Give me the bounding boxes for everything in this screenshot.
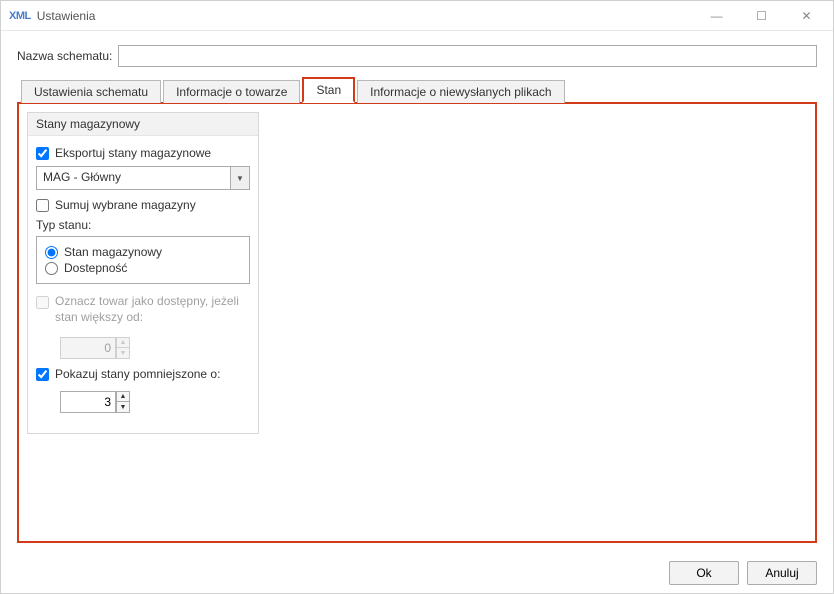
titlebar-left: XML Ustawienia [9, 9, 95, 23]
window-controls: — ☐ ✕ [694, 2, 829, 30]
sum-warehouses-label: Sumuj wybrane magazyny [55, 198, 196, 212]
type-radio-group: Stan magazynowy Dostepność [36, 236, 250, 284]
reduce-by-spinner: ▲ ▼ [60, 391, 130, 413]
sum-warehouses-checkbox[interactable] [36, 199, 49, 212]
minimize-button[interactable]: — [694, 2, 739, 30]
maximize-button[interactable]: ☐ [739, 2, 784, 30]
type-label: Typ stanu: [36, 218, 250, 232]
availability-spin-up: ▲ [116, 337, 130, 348]
tab-product-info[interactable]: Informacje o towarze [163, 80, 300, 103]
reduce-by-input[interactable] [60, 391, 116, 413]
reduce-spin-up[interactable]: ▲ [116, 391, 130, 402]
radio-stock[interactable] [45, 246, 58, 259]
close-button[interactable]: ✕ [784, 2, 829, 30]
group-title: Stany magazynowy [28, 113, 258, 136]
settings-window: XML Ustawienia — ☐ ✕ Nazwa schematu: Ust… [0, 0, 834, 594]
schema-row: Nazwa schematu: [17, 45, 817, 67]
reduce-spin-down[interactable]: ▼ [116, 402, 130, 413]
tab-unsent-files[interactable]: Informacje o niewysłanych plikach [357, 80, 564, 103]
warehouse-combo[interactable]: MAG - Główny ▼ [36, 166, 250, 190]
radio-availability-row: Dostepność [45, 261, 241, 275]
radio-stock-row: Stan magazynowy [45, 245, 241, 259]
availability-spinner-buttons: ▲ ▼ [116, 337, 130, 359]
warehouse-combo-value: MAG - Główny [36, 166, 230, 190]
tab-body: Stany magazynowy Eksportuj stany magazyn… [17, 102, 817, 543]
footer: Ok Anuluj [1, 553, 833, 593]
export-stock-label: Eksportuj stany magazynowe [55, 146, 211, 160]
reduce-spinner-buttons: ▲ ▼ [116, 391, 130, 413]
group-body: Eksportuj stany magazynowe MAG - Główny … [28, 136, 258, 433]
availability-threshold-spinner: ▲ ▼ [60, 337, 130, 359]
cancel-button[interactable]: Anuluj [747, 561, 817, 585]
availability-threshold-input [60, 337, 116, 359]
reduce-by-checkbox[interactable] [36, 368, 49, 381]
export-row: Eksportuj stany magazynowe [36, 146, 250, 160]
availability-threshold-row: Oznacz towar jako dostępny, jeżeli stan … [36, 294, 250, 325]
export-stock-checkbox[interactable] [36, 147, 49, 160]
radio-availability-label: Dostepność [64, 261, 127, 275]
radio-availability[interactable] [45, 262, 58, 275]
tab-stock[interactable]: Stan [302, 77, 355, 103]
schema-label: Nazwa schematu: [17, 49, 112, 63]
availability-threshold-label: Oznacz towar jako dostępny, jeżeli stan … [55, 294, 250, 325]
radio-stock-label: Stan magazynowy [64, 245, 162, 259]
availability-spin-down: ▼ [116, 348, 130, 359]
reduce-row: Pokazuj stany pomniejszone o: [36, 367, 250, 381]
ok-button[interactable]: Ok [669, 561, 739, 585]
tab-schema-settings[interactable]: Ustawienia schematu [21, 80, 161, 103]
sum-row: Sumuj wybrane magazyny [36, 198, 250, 212]
titlebar: XML Ustawienia — ☐ ✕ [1, 1, 833, 31]
app-icon: XML [9, 10, 31, 22]
stock-groupbox: Stany magazynowy Eksportuj stany magazyn… [27, 112, 259, 434]
schema-name-input[interactable] [118, 45, 817, 67]
reduce-by-label: Pokazuj stany pomniejszone o: [55, 367, 220, 381]
chevron-down-icon: ▼ [236, 174, 244, 183]
window-title: Ustawienia [37, 9, 96, 23]
availability-threshold-checkbox [36, 296, 49, 309]
tabs-row: Ustawienia schematu Informacje o towarze… [17, 77, 817, 103]
warehouse-combo-button[interactable]: ▼ [230, 166, 250, 190]
content-area: Nazwa schematu: Ustawienia schematu Info… [1, 31, 833, 553]
